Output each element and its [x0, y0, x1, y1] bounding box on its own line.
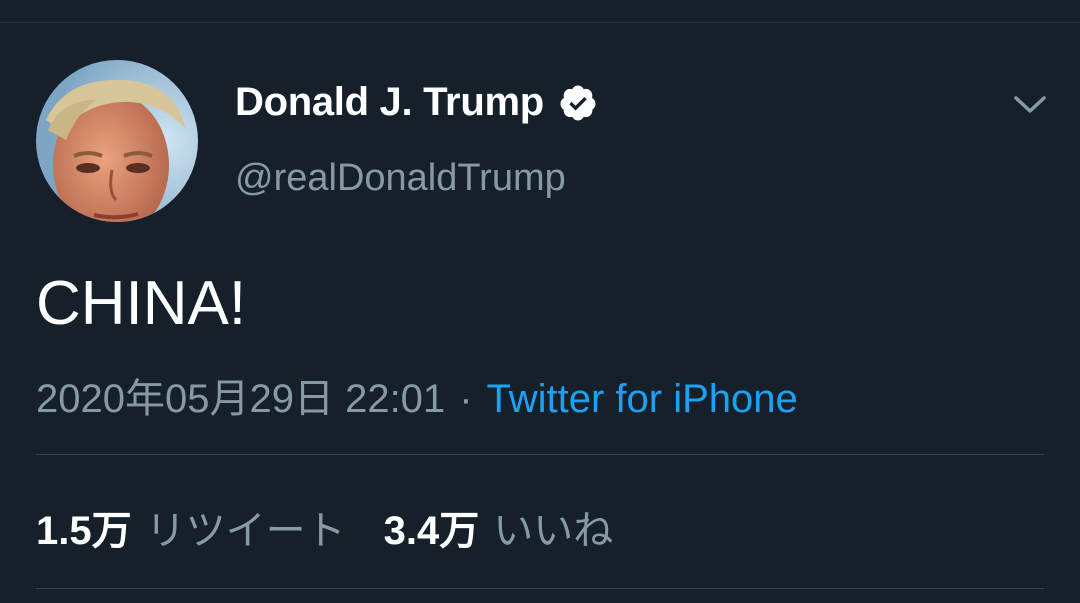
likes-count: 3.4万 — [383, 509, 480, 553]
avatar[interactable] — [36, 60, 198, 222]
engagement-stats: 1.5万 リツイート 3.4万 いいね — [36, 498, 613, 556]
tweet-text: CHINA! — [36, 269, 247, 338]
separator-dot: · — [459, 377, 473, 421]
author-row: Donald J. Trump — [235, 80, 598, 125]
tweet-meta: 2020年05月29日 22:01 · Twitter for iPhone — [36, 366, 798, 424]
avatar-image — [36, 60, 198, 222]
tweet-detail-screen: Donald J. Trump @realDonaldTrump CHINA! … — [0, 0, 1080, 603]
likes-stat[interactable]: 3.4万 いいね — [384, 498, 614, 556]
timestamp[interactable]: 2020年05月29日 22:01 — [36, 366, 445, 424]
retweets-label: リツイート — [145, 509, 346, 553]
source-link[interactable]: Twitter for iPhone — [487, 377, 798, 422]
verified-badge-icon — [558, 83, 598, 123]
retweets-stat[interactable]: 1.5万 リツイート — [36, 498, 346, 556]
divider — [36, 588, 1044, 589]
chevron-down-icon[interactable] — [1010, 84, 1050, 124]
user-handle[interactable]: @realDonaldTrump — [235, 157, 566, 200]
likes-label: いいね — [493, 509, 614, 553]
top-divider — [0, 22, 1080, 23]
display-name[interactable]: Donald J. Trump — [235, 80, 544, 125]
divider — [36, 454, 1044, 455]
retweets-count: 1.5万 — [36, 509, 132, 553]
